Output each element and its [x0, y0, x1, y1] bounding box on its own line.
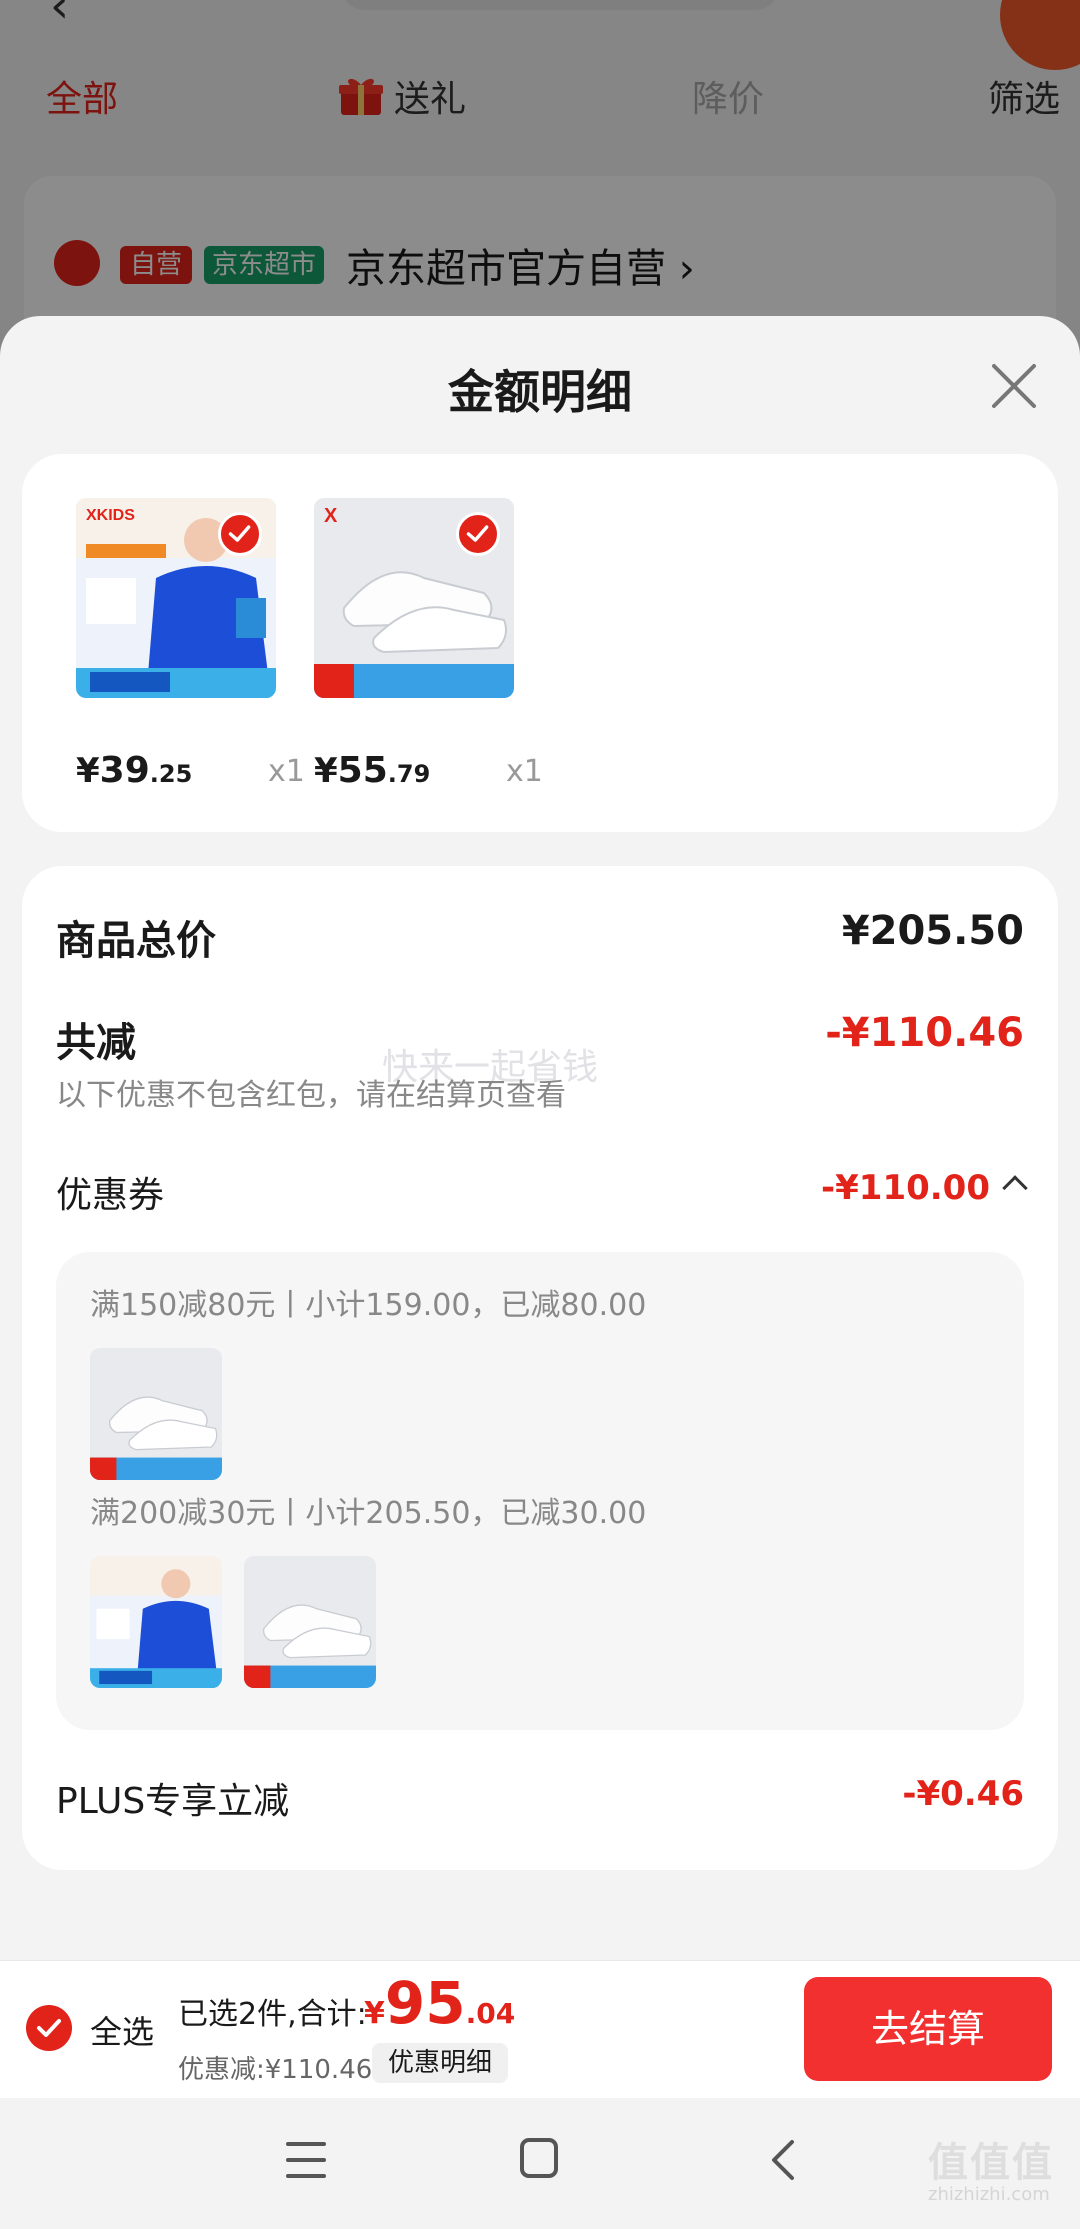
home-icon[interactable] — [520, 2138, 558, 2178]
coupon-breakdown: 满150减80元丨小计159.00，已减80.00 满200减30元丨小计205… — [56, 1252, 1024, 1730]
total-amount: ¥95.04 — [364, 1969, 515, 2037]
discount-detail-button[interactable]: 优惠明细 — [372, 2043, 509, 2083]
discount-note: 以下优惠不包含红包，请在结算页查看 — [56, 1078, 566, 1113]
discount-summary: 优惠减:¥110.46 — [178, 2055, 373, 2085]
price-decimal: .79 — [387, 760, 431, 788]
total-price-label: 商品总价 — [56, 918, 216, 964]
price-summary-card: 商品总价 ¥205.50 共减 -¥110.46 快来一起省钱 以下优惠不包含红… — [22, 866, 1058, 1870]
sneaker-thumbnail-icon — [90, 1348, 222, 1480]
selected-products-card: XKIDS ¥39.25 x1 X ¥55.79 x1 — [22, 454, 1058, 832]
price-integer: 55 — [337, 750, 388, 791]
coupon-label: 优惠券 — [56, 1175, 165, 1216]
product-check-icon[interactable] — [456, 512, 500, 556]
discount-label: 共减 — [56, 1020, 136, 1066]
product-quantity: x1 — [506, 754, 543, 789]
total-integer: 95 — [384, 1969, 466, 2037]
total-decimal: .04 — [465, 1997, 516, 2030]
system-nav-bar — [0, 2098, 1080, 2229]
price-decimal: .25 — [149, 760, 193, 788]
close-icon[interactable] — [986, 358, 1042, 414]
plus-discount-label: PLUS专享立减 — [56, 1781, 290, 1822]
coupon-item-thumbnail[interactable] — [90, 1556, 222, 1688]
price-integer: 39 — [99, 750, 150, 791]
product-price: ¥55.79 — [314, 750, 430, 791]
select-all-label[interactable]: 全选 — [90, 2007, 154, 2053]
sheet-title: 金额明细 — [448, 365, 632, 419]
product-quantity: x1 — [268, 754, 305, 789]
coupon-item-thumbnail[interactable] — [244, 1556, 376, 1688]
svg-text:XKIDS: XKIDS — [86, 507, 135, 524]
plus-discount-value: -¥0.46 — [902, 1774, 1024, 1814]
checkout-bar: 全选 已选2件,合计: ¥95.04 优惠减:¥110.46 优惠明细 去结算 — [0, 1960, 1080, 2098]
shirt-thumbnail-icon — [90, 1556, 222, 1688]
chevron-up-icon — [1002, 1175, 1028, 1201]
product-price: ¥39.25 — [76, 750, 192, 791]
corner-watermark: 值值值 — [928, 2140, 1054, 2186]
product-image-shirt[interactable]: XKIDS — [76, 498, 276, 698]
coupon-value-toggle[interactable]: -¥110.00 — [821, 1168, 1028, 1208]
total-price-value: ¥205.50 — [841, 908, 1024, 954]
select-all-check-icon[interactable] — [26, 2005, 72, 2051]
sneaker-thumbnail-icon — [244, 1556, 376, 1688]
coupon-item-thumbnail[interactable] — [90, 1348, 222, 1480]
coupon-rule-text: 满200减30元丨小计205.50，已减30.00 — [90, 1496, 647, 1531]
product-check-icon[interactable] — [218, 512, 262, 556]
checkout-button[interactable]: 去结算 — [804, 1977, 1052, 2081]
coupon-value: -¥110.00 — [821, 1168, 990, 1208]
coupon-rule-text: 满150减80元丨小计159.00，已减80.00 — [90, 1288, 647, 1323]
price-symbol: ¥ — [76, 751, 100, 791]
selected-count-text: 已选2件,合计: — [178, 1997, 367, 2032]
svg-text:X: X — [324, 505, 338, 527]
total-symbol: ¥ — [364, 1996, 385, 2031]
price-symbol: ¥ — [314, 751, 338, 791]
corner-watermark-url: zhizhizhi.com — [928, 2184, 1050, 2205]
back-nav-icon[interactable] — [764, 2138, 804, 2182]
product-image-sneakers[interactable]: X — [314, 498, 514, 698]
amount-detail-sheet: 金额明细 XKIDS ¥39.25 x1 X ¥55.79 x1 商品总价 ¥2… — [0, 316, 1080, 2229]
discount-value: -¥110.46 — [825, 1010, 1024, 1056]
menu-icon[interactable] — [286, 2142, 326, 2178]
